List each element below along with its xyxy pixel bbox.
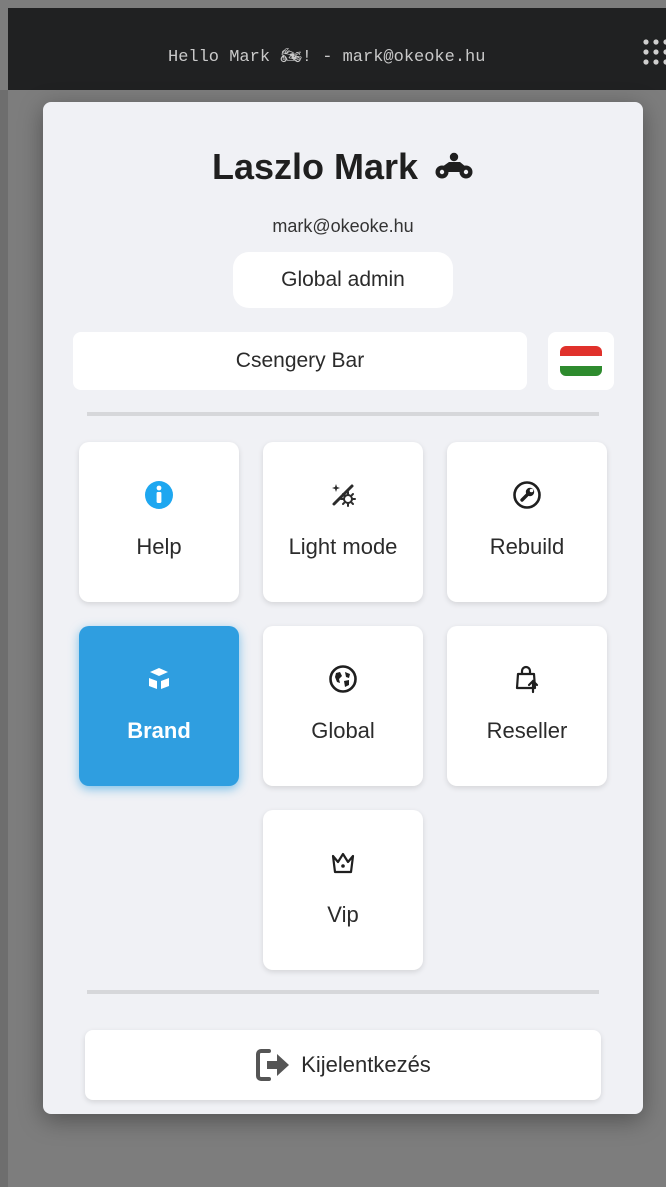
rebuild-label: Rebuild — [489, 534, 565, 559]
user-name: Laszlo Mark — [43, 146, 643, 188]
logout-icon — [256, 1049, 290, 1081]
bag-upload-icon — [515, 665, 539, 694]
vip-button[interactable]: Vip — [263, 810, 423, 970]
global-button[interactable]: Global — [263, 626, 423, 786]
brand-label: Brand — [127, 718, 191, 743]
light-mode-icon — [332, 484, 356, 507]
vip-label: Vip — [327, 902, 359, 927]
venue-selector[interactable]: Csengery Bar — [73, 332, 527, 390]
user-menu-panel: Laszlo Mark mark@okeoke.hu Global admin … — [43, 102, 643, 1114]
global-label: Global — [311, 718, 375, 743]
info-circle-icon — [145, 481, 173, 509]
grid-dots-icon[interactable] — [642, 38, 666, 75]
light-mode-label: Light mode — [288, 534, 398, 559]
top-bar: Hello Mark 🏍! - mark@okeoke.hu — [8, 8, 666, 90]
reseller-label: Reseller — [486, 718, 568, 743]
user-name-text: Laszlo Mark — [211, 146, 419, 187]
divider — [87, 412, 599, 416]
help-label: Help — [136, 534, 182, 559]
greeting-text: Hello Mark 🏍! - mark@okeoke.hu — [168, 48, 486, 67]
role-badge: Global admin — [233, 252, 453, 308]
hungarian-flag-icon — [560, 346, 602, 376]
rebuild-button[interactable]: Rebuild — [447, 442, 607, 602]
reseller-button[interactable]: Reseller — [447, 626, 607, 786]
language-button[interactable] — [548, 332, 614, 390]
crown-icon — [331, 852, 355, 874]
brand-icon — [149, 668, 169, 689]
motorcycle-icon — [435, 153, 473, 179]
help-button[interactable]: Help — [79, 442, 239, 602]
globe-icon — [329, 665, 357, 693]
logout-label: Kijelentkezés — [301, 1052, 431, 1077]
light-mode-button[interactable]: Light mode — [263, 442, 423, 602]
divider — [87, 990, 599, 994]
logout-button[interactable]: Kijelentkezés — [85, 1030, 601, 1100]
wrench-icon — [513, 481, 541, 509]
background-strip — [0, 90, 8, 1187]
user-email: mark@okeoke.hu — [272, 216, 414, 236]
brand-button[interactable]: Brand — [79, 626, 239, 786]
